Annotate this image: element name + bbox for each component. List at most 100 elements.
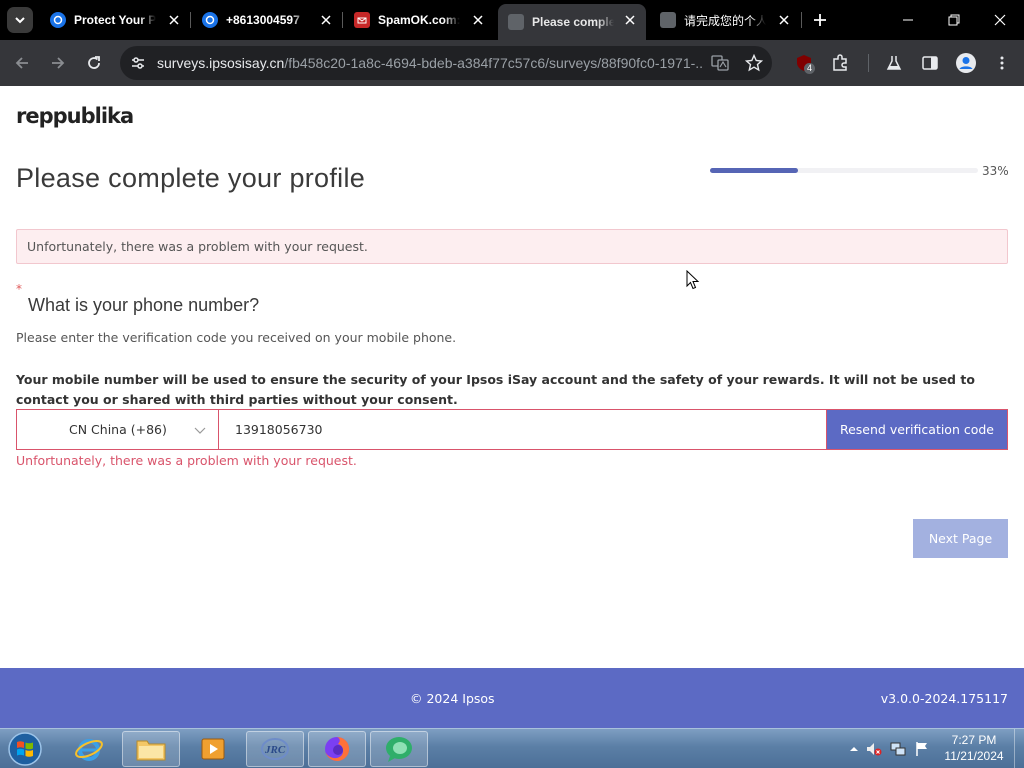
minimize-button[interactable] <box>888 6 928 34</box>
ublock-extension-button[interactable]: 4 <box>790 49 818 77</box>
browser-tab[interactable]: 请完成您的个人 <box>650 4 800 36</box>
site-info-icon[interactable] <box>128 53 148 73</box>
alert-text: Unfortunately, there was a problem with … <box>27 239 368 254</box>
start-button[interactable] <box>4 730 46 768</box>
country-selected-value: CN China (+86) <box>69 422 167 437</box>
taskbar-app-file-explorer[interactable] <box>122 731 180 767</box>
mouse-cursor-icon <box>686 270 700 290</box>
tab-title: Protect Your Pe <box>74 13 156 27</box>
forward-button[interactable] <box>44 49 72 77</box>
toolbar-separator <box>868 54 869 72</box>
windows-logo-icon <box>8 732 42 766</box>
phone-number-input[interactable] <box>218 409 827 450</box>
url-path: /fb458c20-1a8c-4694-bdeb-a384f77c57c6/su… <box>284 55 703 71</box>
windows-taskbar: JRC 7:27 PM 11/21/2024 <box>0 728 1024 768</box>
more-vertical-icon <box>1000 56 1004 70</box>
close-icon[interactable] <box>166 12 182 28</box>
chevron-down-icon <box>194 427 206 434</box>
browser-tab[interactable]: SpamOK.com: <box>344 4 494 36</box>
svg-text:JRC: JRC <box>264 744 286 756</box>
action-center-flag-icon[interactable] <box>914 741 930 757</box>
taskbar-app-media-player[interactable] <box>184 731 242 767</box>
close-window-button[interactable] <box>980 6 1020 34</box>
extensions-button[interactable] <box>826 49 854 77</box>
field-error-message: Unfortunately, there was a problem with … <box>16 453 357 468</box>
footer-copyright: © 2024 Ipsos <box>410 691 495 706</box>
profile-button[interactable] <box>952 49 980 77</box>
globe-icon <box>50 12 66 28</box>
volume-muted-icon[interactable] <box>866 741 882 757</box>
minimize-icon <box>903 19 913 21</box>
url-text[interactable]: surveys.ipsosisay.cn/fb458c20-1a8c-4694-… <box>157 55 703 71</box>
taskbar-app-jrc[interactable]: JRC <box>246 731 304 767</box>
side-panel-button[interactable] <box>916 49 944 77</box>
plus-icon <box>814 14 826 26</box>
progress-label: 33% <box>982 164 1009 178</box>
arrow-right-icon <box>52 57 65 69</box>
back-button[interactable] <box>8 49 36 77</box>
tab-title: Please complete <box>532 15 614 29</box>
browser-toolbar: surveys.ipsosisay.cn/fb458c20-1a8c-4694-… <box>0 40 1024 86</box>
show-desktop-button[interactable] <box>1014 729 1024 768</box>
tab-title: +8613004597 <box>226 13 300 27</box>
reload-icon <box>88 56 100 69</box>
taskbar-app-internet-explorer[interactable] <box>60 731 118 767</box>
close-icon[interactable] <box>470 12 486 28</box>
network-icon[interactable] <box>890 741 906 757</box>
tab-separator <box>801 12 802 28</box>
instruction-text: Please enter the verification code you r… <box>16 330 457 345</box>
menu-button[interactable] <box>988 49 1016 77</box>
country-select[interactable]: CN China (+86) <box>16 409 218 450</box>
labs-button[interactable] <box>880 49 908 77</box>
browser-tab[interactable]: +8613004597 <box>192 4 342 36</box>
restore-icon <box>948 14 960 26</box>
document-icon <box>508 14 524 30</box>
next-page-button[interactable]: Next Page <box>913 519 1008 558</box>
system-clock[interactable]: 7:27 PM 11/21/2024 <box>938 732 1010 764</box>
reload-button[interactable] <box>80 49 108 77</box>
globe-icon <box>202 12 218 28</box>
avatar-icon <box>956 53 976 73</box>
url-host: surveys.ipsosisay.cn <box>157 55 285 71</box>
show-hidden-icons-button[interactable] <box>846 741 862 757</box>
tab-title: 请完成您的个人 <box>684 13 766 28</box>
flask-icon <box>886 56 902 70</box>
chat-bubble-icon <box>386 737 412 762</box>
reppublika-logo: reppublika <box>16 104 134 128</box>
taskbar-app-chat[interactable] <box>370 731 428 767</box>
close-icon <box>994 14 1006 26</box>
browser-tab[interactable]: Protect Your Pe <box>40 4 190 36</box>
jrc-icon: JRC <box>261 738 289 760</box>
tab-search-button[interactable] <box>7 7 33 33</box>
internet-explorer-icon <box>75 739 103 761</box>
browser-tab-active[interactable]: Please complete <box>498 4 646 40</box>
clock-date: 11/21/2024 <box>944 749 1004 763</box>
error-alert: Unfortunately, there was a problem with … <box>16 229 1008 264</box>
restore-button[interactable] <box>934 6 974 34</box>
close-icon[interactable] <box>318 12 334 28</box>
new-tab-button[interactable] <box>808 8 832 32</box>
taskbar-app-firefox[interactable] <box>308 731 366 767</box>
progress-bar <box>710 168 978 173</box>
progress-fill <box>710 168 799 173</box>
browser-tab-strip: Protect Your Pe +8613004597 SpamOK.com: … <box>0 0 1024 40</box>
close-icon[interactable] <box>622 12 638 28</box>
spamok-icon <box>354 12 370 28</box>
clock-time: 7:27 PM <box>951 733 997 747</box>
firefox-icon <box>325 736 350 761</box>
resend-verification-button[interactable]: Resend verification code <box>826 409 1008 450</box>
tab-separator <box>342 12 343 28</box>
footer-version: v3.0.0-2024.175117 <box>880 691 1008 706</box>
extension-badge: 4 <box>804 63 816 74</box>
close-icon[interactable] <box>776 12 792 28</box>
logo-text: reppublika <box>16 104 134 128</box>
translate-icon[interactable] <box>710 53 730 73</box>
side-panel-icon <box>922 56 938 70</box>
bookmark-star-icon[interactable] <box>744 53 764 73</box>
page-footer: © 2024 Ipsos v3.0.0-2024.175117 <box>0 668 1024 728</box>
media-player-icon <box>201 738 225 760</box>
address-bar[interactable]: surveys.ipsosisay.cn/fb458c20-1a8c-4694-… <box>120 46 772 80</box>
folder-icon <box>136 740 166 761</box>
page-title: Please complete your profile <box>16 163 366 193</box>
chevron-down-icon <box>15 17 25 24</box>
